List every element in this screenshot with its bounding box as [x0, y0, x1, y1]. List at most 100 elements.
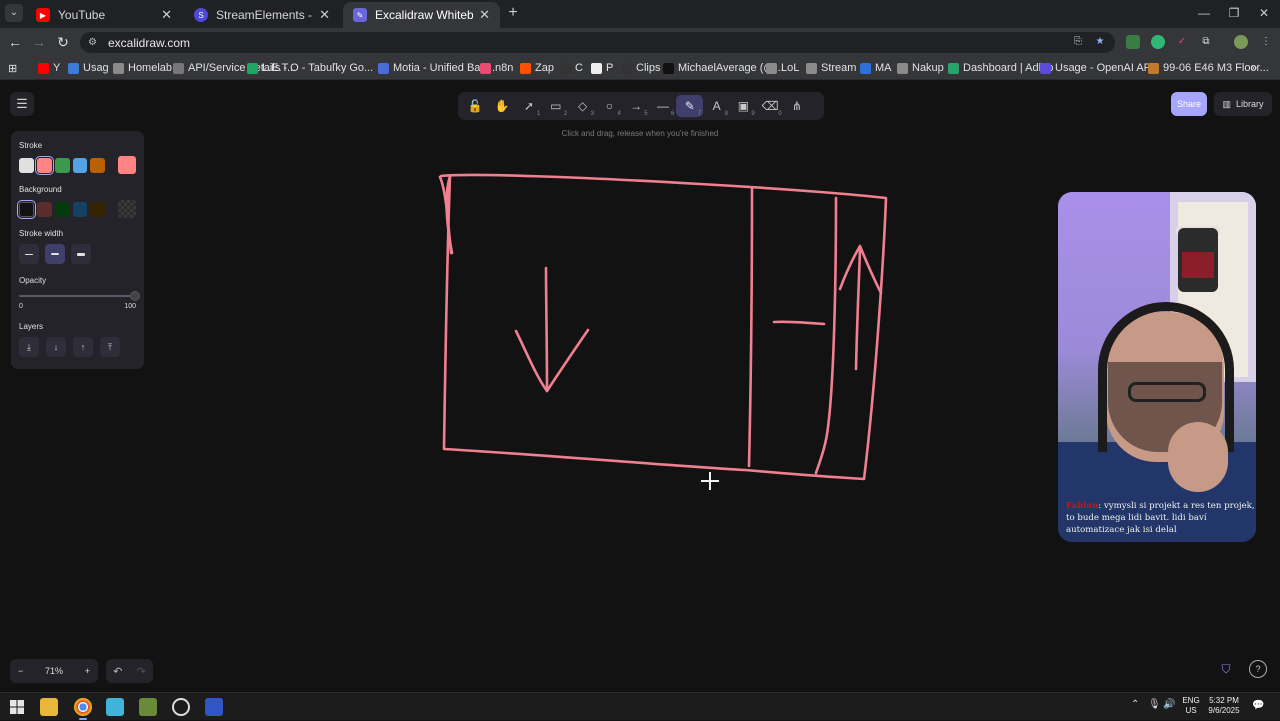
ellipse-icon[interactable]: ○ 4	[596, 95, 623, 117]
stroke-color-swatch[interactable]	[34, 155, 54, 175]
selection-icon[interactable]: ➚ 1	[516, 95, 543, 117]
redo-icon[interactable]: ↷	[137, 665, 146, 678]
stroke-color-swatch[interactable]	[54, 157, 70, 173]
apps-grid-icon[interactable]: ⊞	[8, 60, 17, 76]
stroke-color-swatch[interactable]	[90, 157, 106, 173]
zoom-level[interactable]: 71%	[45, 666, 63, 676]
freedraw-stroke[interactable]	[772, 320, 826, 326]
text-icon[interactable]: A8	[703, 95, 730, 117]
restore-icon[interactable]: ❐	[1224, 4, 1244, 22]
bookmark-item[interactable]: Stream	[806, 60, 856, 76]
bookmark-item[interactable]: n8n	[480, 60, 513, 76]
profile-avatar[interactable]	[1234, 35, 1248, 49]
bookmark-item[interactable]: Clips	[621, 60, 660, 76]
rectangle-icon[interactable]: ▭ 2	[542, 95, 569, 117]
bookmark-item[interactable]: Usag	[68, 60, 109, 76]
current-stroke-color[interactable]	[118, 156, 137, 174]
chrome-icon[interactable]	[74, 698, 92, 720]
bookmark-item[interactable]: Homelab	[113, 60, 172, 76]
opacity-slider-thumb[interactable]	[130, 291, 140, 301]
back-button[interactable]: ←	[6, 33, 24, 51]
send-to-back-icon[interactable]: ⤓	[19, 337, 39, 357]
stroke-color-swatch[interactable]	[19, 157, 34, 173]
bookmark-item[interactable]: C	[560, 60, 583, 76]
eraser-icon[interactable]: ⌫ 0	[757, 95, 784, 117]
window-close-icon[interactable]: ✕	[1254, 4, 1274, 22]
stroke-width-thin-button[interactable]	[19, 244, 39, 264]
close-icon[interactable]: ✕	[319, 7, 330, 23]
bookmarks-overflow-icon[interactable]: »	[1251, 60, 1257, 76]
undo-icon[interactable]: ↶	[113, 665, 122, 678]
bookmark-item[interactable]: LoL	[766, 60, 799, 76]
address-bar[interactable]: ⚙ excalidraw.com	[80, 32, 1115, 53]
main-menu-button[interactable]: ☰	[10, 92, 34, 116]
background-color-swatch[interactable]	[17, 199, 36, 219]
pencil-icon[interactable]: ✎ 7	[676, 95, 704, 117]
bookmark-item[interactable]: L.E.T.O - Tabuľky Go...	[247, 60, 373, 76]
lock-icon[interactable]: 🔓	[462, 95, 489, 117]
microphone-icon[interactable]: 🎙	[1148, 699, 1161, 713]
arrow-icon[interactable]: → 5	[623, 95, 650, 117]
app-icon[interactable]	[106, 698, 124, 716]
bookmark-item[interactable]: MA	[860, 60, 892, 76]
background-color-swatch[interactable]	[36, 201, 52, 217]
extensions-puzzle-icon[interactable]: ⧉	[1199, 35, 1213, 49]
new-tab-button[interactable]: +	[504, 4, 522, 22]
bring-forward-icon[interactable]: ↑	[73, 337, 93, 357]
extension-grammarly-icon[interactable]	[1151, 35, 1165, 49]
background-color-swatch[interactable]	[90, 201, 106, 217]
encryption-shield-icon[interactable]: ⛉	[1218, 662, 1234, 678]
freedraw-stroke[interactable]	[544, 266, 549, 393]
freedraw-stroke[interactable]	[747, 187, 754, 468]
clock[interactable]: 5:32 PM 9/6/2025	[1204, 696, 1244, 716]
bring-to-front-icon[interactable]: ⤒	[100, 337, 120, 357]
excalidraw-canvas[interactable]: ☰ 🔓 ✋ ➚ 1 ▭ 2 ◇ 3 ○ 4 → 5—6 ✎ 7 A 8 ▣ 9 ⌫ 0 ⋔ Click and drag…	[0, 81, 1280, 692]
close-icon[interactable]: ✕	[161, 7, 172, 23]
share-button[interactable]: Share	[1171, 92, 1207, 116]
zoom-out-button[interactable]: −	[18, 666, 23, 676]
minecraft-icon[interactable]	[139, 698, 157, 716]
bookmark-star-icon[interactable]: ★	[1093, 35, 1107, 49]
bookmark-item[interactable]: Usage - OpenAI API	[1040, 60, 1154, 76]
freedraw-stroke[interactable]	[439, 173, 888, 481]
background-color-swatch[interactable]	[54, 201, 70, 217]
send-backward-icon[interactable]: ↓	[46, 337, 66, 357]
background-color-swatch[interactable]	[72, 201, 88, 217]
freedraw-stroke[interactable]	[814, 196, 838, 475]
volume-icon[interactable]: 🔊	[1163, 699, 1175, 713]
image-icon[interactable]: ▣ 9	[730, 95, 757, 117]
opacity-slider[interactable]	[19, 291, 140, 301]
diamond-icon[interactable]: ◇ 3	[569, 95, 596, 117]
calculator-icon[interactable]	[205, 698, 223, 716]
tab-youtube[interactable]: ▶ YouTube ✕	[26, 2, 182, 28]
transparent-background-swatch[interactable]	[118, 200, 136, 218]
install-app-icon[interactable]: ⎘	[1071, 35, 1085, 49]
browser-menu-icon[interactable]: ⋮	[1259, 35, 1273, 49]
bookmark-item[interactable]: Y	[38, 60, 60, 76]
bookmark-item[interactable]: Motia - Unified Bac...	[378, 60, 495, 76]
input-language[interactable]: ENG US	[1180, 696, 1202, 716]
windows-start-icon[interactable]	[8, 698, 26, 716]
freedraw-stroke[interactable]	[514, 328, 590, 393]
file-explorer-icon[interactable]	[40, 698, 58, 716]
more-tools-icon[interactable]: ⋔	[784, 95, 811, 117]
bookmark-item[interactable]: Nakup	[897, 60, 944, 76]
bookmark-item[interactable]: P	[591, 60, 613, 76]
show-hidden-icons[interactable]: ⌃	[1131, 699, 1139, 710]
library-button[interactable]: ▥ Library	[1214, 92, 1272, 116]
stroke-width-bold-button[interactable]	[45, 244, 65, 264]
stroke-color-swatch[interactable]	[72, 157, 88, 173]
extension-icon[interactable]	[1126, 35, 1140, 49]
close-icon[interactable]: ✕	[479, 7, 490, 23]
bookmark-item[interactable]: Zap	[520, 60, 554, 76]
reload-button[interactable]: ↻	[54, 33, 72, 51]
extension-icon[interactable]: ✓	[1175, 35, 1189, 49]
bookmark-item[interactable]: Dashboard | Adlab	[948, 60, 1053, 76]
tab-excalidraw[interactable]: ✎ Excalidraw Whiteboard ✕	[343, 2, 500, 28]
site-info-icon[interactable]: ⚙	[88, 37, 100, 49]
forward-button[interactable]: →	[30, 33, 48, 51]
tab-streamelements[interactable]: S StreamElements - My dashboard ✕	[184, 2, 340, 28]
stroke-width-extra-bold-button[interactable]	[71, 244, 91, 264]
line-icon[interactable]: —6	[650, 95, 677, 117]
tab-search-icon[interactable]: ⌄	[5, 4, 23, 22]
